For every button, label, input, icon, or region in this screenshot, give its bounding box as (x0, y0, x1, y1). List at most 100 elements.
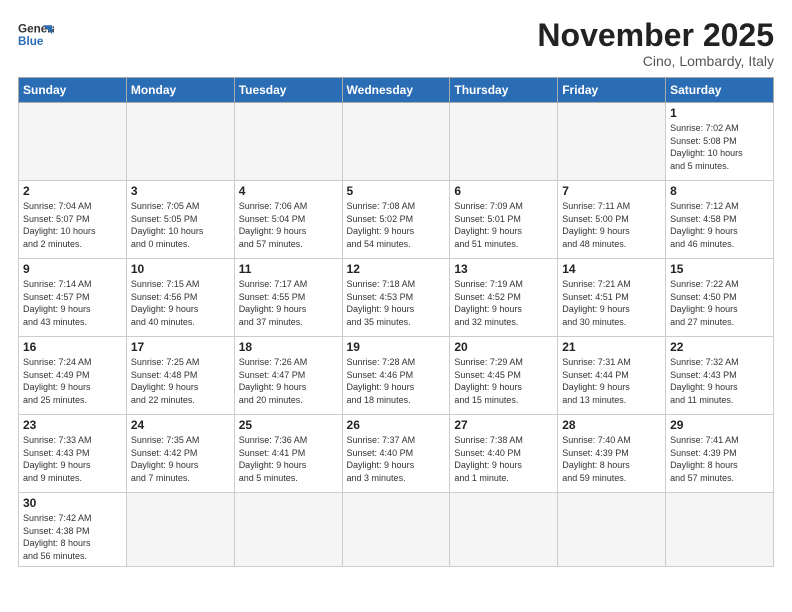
day-info: Sunrise: 7:08 AM Sunset: 5:02 PM Dayligh… (347, 200, 446, 250)
calendar-cell (558, 493, 666, 566)
day-number: 17 (131, 340, 230, 354)
day-number: 18 (239, 340, 338, 354)
calendar-cell: 11Sunrise: 7:17 AM Sunset: 4:55 PM Dayli… (234, 259, 342, 337)
calendar-cell: 27Sunrise: 7:38 AM Sunset: 4:40 PM Dayli… (450, 415, 558, 493)
calendar-cell: 24Sunrise: 7:35 AM Sunset: 4:42 PM Dayli… (126, 415, 234, 493)
calendar-cell: 5 Sunrise: 7:08 AM Sunset: 5:02 PM Daylig… (342, 181, 450, 259)
day-number: 19 (347, 340, 446, 354)
calendar-cell: 2 Sunrise: 7:04 AM Sunset: 5:07 PM Daylig… (19, 181, 127, 259)
calendar-cell: 10 Sunrise: 7:15 AM Sunset: 4:56 PM Dayli… (126, 259, 234, 337)
calendar-cell (234, 493, 342, 566)
header: General Blue November 2025 Cino, Lombard… (18, 18, 774, 69)
calendar-row: 30Sunrise: 7:42 AM Sunset: 4:38 PM Dayli… (19, 493, 774, 566)
header-thursday: Thursday (450, 78, 558, 103)
day-info: Sunrise: 7:29 AM Sunset: 4:45 PM Dayligh… (454, 356, 553, 406)
calendar-cell: 14 Sunrise: 7:21 AM Sunset: 4:51 PM Dayli… (558, 259, 666, 337)
weekday-header-row: Sunday Monday Tuesday Wednesday Thursday… (19, 78, 774, 103)
day-info: Sunrise: 7:18 AM Sunset: 4:53 PM Dayligh… (347, 278, 446, 328)
day-info: Sunrise: 7:22 AM Sunset: 4:50 PM Dayligh… (670, 278, 769, 328)
day-info: Sunrise: 7:12 AM Sunset: 4:58 PM Dayligh… (670, 200, 769, 250)
day-number: 16 (23, 340, 122, 354)
title-block: November 2025 Cino, Lombardy, Italy (537, 18, 774, 69)
day-info: Sunrise: 7:04 AM Sunset: 5:07 PM Dayligh… (23, 200, 122, 250)
day-number: 22 (670, 340, 769, 354)
day-info: Sunrise: 7:09 AM Sunset: 5:01 PM Dayligh… (454, 200, 553, 250)
calendar-cell (450, 493, 558, 566)
calendar-cell: 28Sunrise: 7:40 AM Sunset: 4:39 PM Dayli… (558, 415, 666, 493)
day-number: 27 (454, 418, 553, 432)
calendar-cell: 23 Sunrise: 7:33 AM Sunset: 4:43 PM Dayli… (19, 415, 127, 493)
calendar-row: 23 Sunrise: 7:33 AM Sunset: 4:43 PM Dayli… (19, 415, 774, 493)
day-info: Sunrise: 7:28 AM Sunset: 4:46 PM Dayligh… (347, 356, 446, 406)
day-number: 13 (454, 262, 553, 276)
header-wednesday: Wednesday (342, 78, 450, 103)
calendar-cell (342, 493, 450, 566)
calendar-cell: 9 Sunrise: 7:14 AM Sunset: 4:57 PM Daylig… (19, 259, 127, 337)
header-saturday: Saturday (666, 78, 774, 103)
calendar-cell: 4 Sunrise: 7:06 AM Sunset: 5:04 PM Daylig… (234, 181, 342, 259)
day-info: Sunrise: 7:06 AM Sunset: 5:04 PM Dayligh… (239, 200, 338, 250)
header-sunday: Sunday (19, 78, 127, 103)
calendar-row: 2 Sunrise: 7:04 AM Sunset: 5:07 PM Daylig… (19, 181, 774, 259)
day-number: 8 (670, 184, 769, 198)
calendar-cell: 25Sunrise: 7:36 AM Sunset: 4:41 PM Dayli… (234, 415, 342, 493)
day-number: 12 (347, 262, 446, 276)
day-info: Sunrise: 7:41 AM Sunset: 4:39 PM Dayligh… (670, 434, 769, 484)
day-number: 29 (670, 418, 769, 432)
day-number: 2 (23, 184, 122, 198)
calendar-cell: 8 Sunrise: 7:12 AM Sunset: 4:58 PM Daylig… (666, 181, 774, 259)
logo: General Blue (18, 18, 54, 54)
day-info: Sunrise: 7:42 AM Sunset: 4:38 PM Dayligh… (23, 512, 122, 562)
day-number: 26 (347, 418, 446, 432)
day-info: Sunrise: 7:15 AM Sunset: 4:56 PM Dayligh… (131, 278, 230, 328)
day-number: 10 (131, 262, 230, 276)
day-number: 1 (670, 106, 769, 120)
day-number: 23 (23, 418, 122, 432)
calendar-cell: 18 Sunrise: 7:26 AM Sunset: 4:47 PM Dayli… (234, 337, 342, 415)
calendar-row: 16Sunrise: 7:24 AM Sunset: 4:49 PM Dayli… (19, 337, 774, 415)
location: Cino, Lombardy, Italy (537, 53, 774, 69)
header-friday: Friday (558, 78, 666, 103)
day-info: Sunrise: 7:02 AM Sunset: 5:08 PM Dayligh… (670, 122, 769, 172)
calendar-cell: 17 Sunrise: 7:25 AM Sunset: 4:48 PM Dayli… (126, 337, 234, 415)
month-title: November 2025 (537, 18, 774, 53)
calendar-cell: 7 Sunrise: 7:11 AM Sunset: 5:00 PM Daylig… (558, 181, 666, 259)
day-number: 24 (131, 418, 230, 432)
day-number: 7 (562, 184, 661, 198)
calendar-cell: 20 Sunrise: 7:29 AM Sunset: 4:45 PM Dayli… (450, 337, 558, 415)
day-info: Sunrise: 7:32 AM Sunset: 4:43 PM Dayligh… (670, 356, 769, 406)
calendar-cell (126, 493, 234, 566)
day-info: Sunrise: 7:25 AM Sunset: 4:48 PM Dayligh… (131, 356, 230, 406)
day-number: 6 (454, 184, 553, 198)
day-number: 4 (239, 184, 338, 198)
day-number: 9 (23, 262, 122, 276)
day-info: Sunrise: 7:11 AM Sunset: 5:00 PM Dayligh… (562, 200, 661, 250)
calendar-cell (342, 103, 450, 181)
day-number: 21 (562, 340, 661, 354)
calendar-row: 1 Sunrise: 7:02 AM Sunset: 5:08 PM Daylig… (19, 103, 774, 181)
day-number: 5 (347, 184, 446, 198)
day-info: Sunrise: 7:05 AM Sunset: 5:05 PM Dayligh… (131, 200, 230, 250)
day-info: Sunrise: 7:21 AM Sunset: 4:51 PM Dayligh… (562, 278, 661, 328)
calendar-cell: 21 Sunrise: 7:31 AM Sunset: 4:44 PM Dayli… (558, 337, 666, 415)
day-info: Sunrise: 7:31 AM Sunset: 4:44 PM Dayligh… (562, 356, 661, 406)
calendar-cell: 13 Sunrise: 7:19 AM Sunset: 4:52 PM Dayli… (450, 259, 558, 337)
calendar-cell: 15Sunrise: 7:22 AM Sunset: 4:50 PM Dayli… (666, 259, 774, 337)
calendar-cell (558, 103, 666, 181)
calendar-cell (19, 103, 127, 181)
day-number: 20 (454, 340, 553, 354)
day-info: Sunrise: 7:14 AM Sunset: 4:57 PM Dayligh… (23, 278, 122, 328)
calendar-cell: 26Sunrise: 7:37 AM Sunset: 4:40 PM Dayli… (342, 415, 450, 493)
calendar-cell: 6 Sunrise: 7:09 AM Sunset: 5:01 PM Daylig… (450, 181, 558, 259)
calendar-cell (450, 103, 558, 181)
day-info: Sunrise: 7:33 AM Sunset: 4:43 PM Dayligh… (23, 434, 122, 484)
page: General Blue November 2025 Cino, Lombard… (0, 0, 792, 612)
day-info: Sunrise: 7:19 AM Sunset: 4:52 PM Dayligh… (454, 278, 553, 328)
generalblue-logo-icon: General Blue (18, 18, 54, 54)
day-info: Sunrise: 7:26 AM Sunset: 4:47 PM Dayligh… (239, 356, 338, 406)
day-number: 3 (131, 184, 230, 198)
calendar-cell: 29 Sunrise: 7:41 AM Sunset: 4:39 PM Dayli… (666, 415, 774, 493)
calendar-cell (234, 103, 342, 181)
day-number: 14 (562, 262, 661, 276)
day-info: Sunrise: 7:36 AM Sunset: 4:41 PM Dayligh… (239, 434, 338, 484)
